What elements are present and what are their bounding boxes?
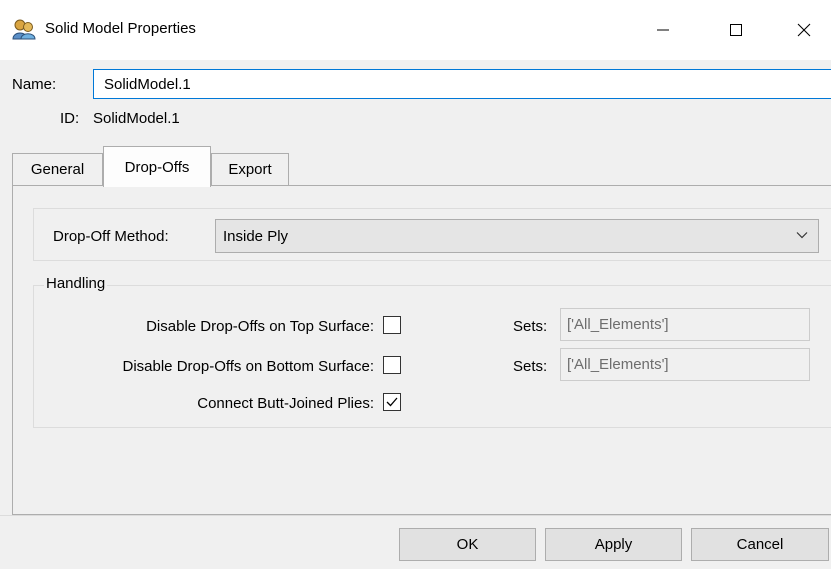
bottom-sets-field: ['All_Elements'] [560, 348, 810, 381]
properties-dialog: Solid Model Properties Name: ID: SolidMo… [0, 0, 831, 569]
disable-bottom-surface-checkbox[interactable] [383, 356, 401, 374]
drop-off-method-value: Inside Ply [223, 227, 289, 245]
maximize-icon [730, 24, 742, 36]
tab-label: Export [228, 161, 272, 178]
name-input[interactable] [93, 69, 831, 99]
drop-off-method-select[interactable]: Inside Ply [215, 219, 819, 253]
id-value: SolidModel.1 [93, 110, 180, 127]
minimize-icon [657, 29, 669, 31]
tab-label: General [30, 161, 85, 178]
chevron-down-icon [796, 232, 808, 239]
users-icon [12, 19, 36, 40]
maximize-button[interactable] [713, 8, 759, 52]
apply-button[interactable]: Apply [545, 528, 682, 561]
checkmark-icon [386, 397, 398, 407]
top-sets-value: ['All_Elements'] [567, 316, 669, 333]
connect-butt-joined-label: Connect Butt-Joined Plies: [197, 395, 374, 412]
disable-bottom-surface-label: Disable Drop-Offs on Bottom Surface: [122, 358, 375, 375]
bottom-sets-value: ['All_Elements'] [567, 356, 669, 373]
tab-drop-offs[interactable]: Drop-Offs [103, 146, 211, 187]
drop-off-method-label: Drop-Off Method: [53, 228, 169, 245]
id-label: ID: [60, 110, 80, 127]
name-label: Name: [12, 76, 57, 93]
minimize-button[interactable] [640, 8, 686, 52]
tab-general[interactable]: General [12, 153, 103, 185]
window-title: Solid Model Properties [45, 20, 196, 37]
cancel-button[interactable]: Cancel [691, 528, 829, 561]
tab-export[interactable]: Export [211, 153, 289, 185]
bottom-sets-label: Sets: [513, 358, 548, 375]
title-bar: Solid Model Properties [0, 0, 831, 60]
ok-button[interactable]: OK [399, 528, 536, 561]
disable-top-surface-checkbox[interactable] [383, 316, 401, 334]
tab-label: Drop-Offs [124, 158, 190, 176]
separator [0, 515, 831, 516]
top-sets-label: Sets: [513, 318, 548, 335]
top-sets-field: ['All_Elements'] [560, 308, 810, 341]
connect-butt-joined-checkbox[interactable] [383, 393, 401, 411]
disable-top-surface-label: Disable Drop-Offs on Top Surface: [146, 318, 374, 335]
close-button[interactable] [781, 8, 827, 52]
close-icon [797, 23, 811, 37]
handling-group-title: Handling [44, 275, 108, 292]
